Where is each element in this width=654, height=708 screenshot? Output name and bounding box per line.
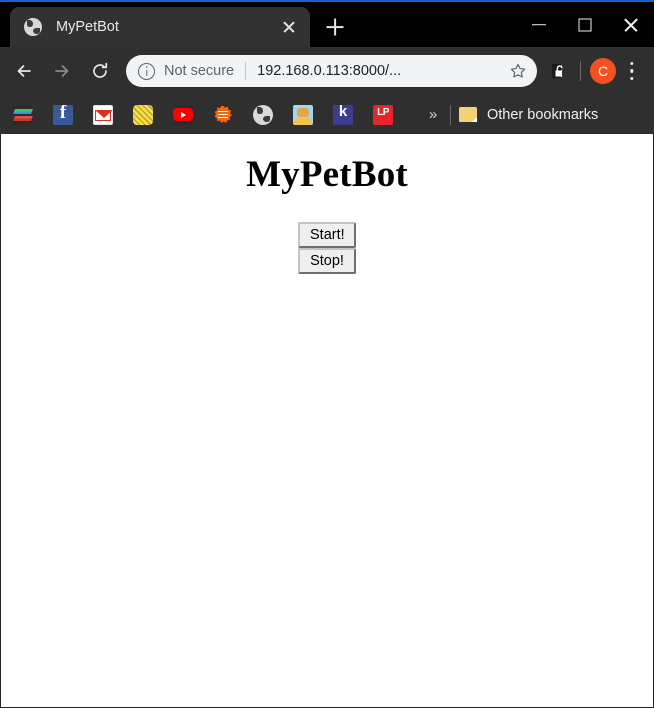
page-title: MyPetBot — [246, 154, 408, 195]
bookmarks-overflow-icon[interactable]: » — [422, 106, 444, 123]
orange-burst-icon — [213, 105, 233, 125]
page-content: MyPetBot Start! Stop! — [1, 154, 653, 274]
browser-toolbar: Not secure 192.168.0.113:8000/... C — [0, 47, 654, 95]
new-tab-button[interactable] — [320, 12, 350, 42]
start-button[interactable]: Start! — [298, 221, 356, 248]
youtube-icon — [173, 104, 193, 125]
avatar-icon — [293, 104, 313, 125]
stop-button[interactable]: Stop! — [298, 247, 356, 274]
star-icon[interactable] — [505, 58, 531, 84]
gmail-icon — [93, 104, 113, 125]
globe-bookmark[interactable] — [248, 100, 278, 130]
lp-bookmark[interactable] — [368, 100, 398, 130]
back-icon — [14, 61, 34, 81]
page-viewport: MyPetBot Start! Stop! — [0, 134, 654, 708]
books-bookmark[interactable] — [8, 100, 38, 130]
tab-strip: MyPetBot — [0, 2, 654, 47]
bookmarks-bar: » Other bookmarks — [0, 95, 654, 134]
close-window-button[interactable] — [608, 2, 654, 47]
yellow-square-icon — [133, 104, 153, 125]
maximize-button[interactable] — [562, 2, 608, 47]
unlocked-padlock-icon[interactable] — [545, 58, 571, 84]
gmail-bookmark[interactable] — [88, 100, 118, 130]
security-status-label: Not secure — [164, 63, 235, 79]
facebook-bookmark[interactable] — [48, 100, 78, 130]
omnibox-divider — [245, 62, 247, 80]
yellow-bookmark[interactable] — [128, 100, 158, 130]
address-bar[interactable]: Not secure 192.168.0.113:8000/... — [126, 55, 537, 87]
tab-mypetbot[interactable]: MyPetBot — [10, 7, 310, 47]
orange-burst-bookmark[interactable] — [208, 100, 238, 130]
tab-title: MyPetBot — [56, 19, 119, 35]
forward-icon — [52, 61, 72, 81]
minimize-button[interactable] — [516, 2, 562, 47]
globe-icon — [24, 18, 42, 36]
books-icon — [13, 104, 33, 125]
reload-icon — [90, 61, 110, 81]
reload-button[interactable] — [84, 55, 116, 87]
control-button-stack: Start! Stop! — [1, 221, 653, 274]
info-circle-icon[interactable] — [138, 62, 155, 80]
forward-button[interactable] — [46, 55, 78, 87]
window-controls — [516, 2, 654, 47]
toolbar-divider — [580, 61, 581, 81]
letter-k-icon — [333, 104, 353, 125]
k-bookmark[interactable] — [328, 100, 358, 130]
three-dot-menu-icon[interactable] — [618, 56, 646, 86]
back-button[interactable] — [8, 55, 40, 87]
bookmarks-divider — [450, 104, 451, 125]
avatar-bookmark[interactable] — [288, 100, 318, 130]
youtube-bookmark[interactable] — [168, 100, 198, 130]
profile-avatar[interactable]: C — [590, 58, 616, 84]
globe-icon — [253, 104, 273, 125]
other-bookmarks-label[interactable]: Other bookmarks — [487, 107, 598, 123]
browser-window: MyPetBot Not secure 192.168.0.113:8000/.… — [0, 0, 654, 708]
lp-icon — [373, 104, 393, 125]
close-tab-icon[interactable] — [276, 14, 302, 40]
url-text: 192.168.0.113:8000/... — [257, 63, 402, 79]
facebook-icon — [53, 104, 73, 125]
folder-icon — [459, 107, 477, 122]
